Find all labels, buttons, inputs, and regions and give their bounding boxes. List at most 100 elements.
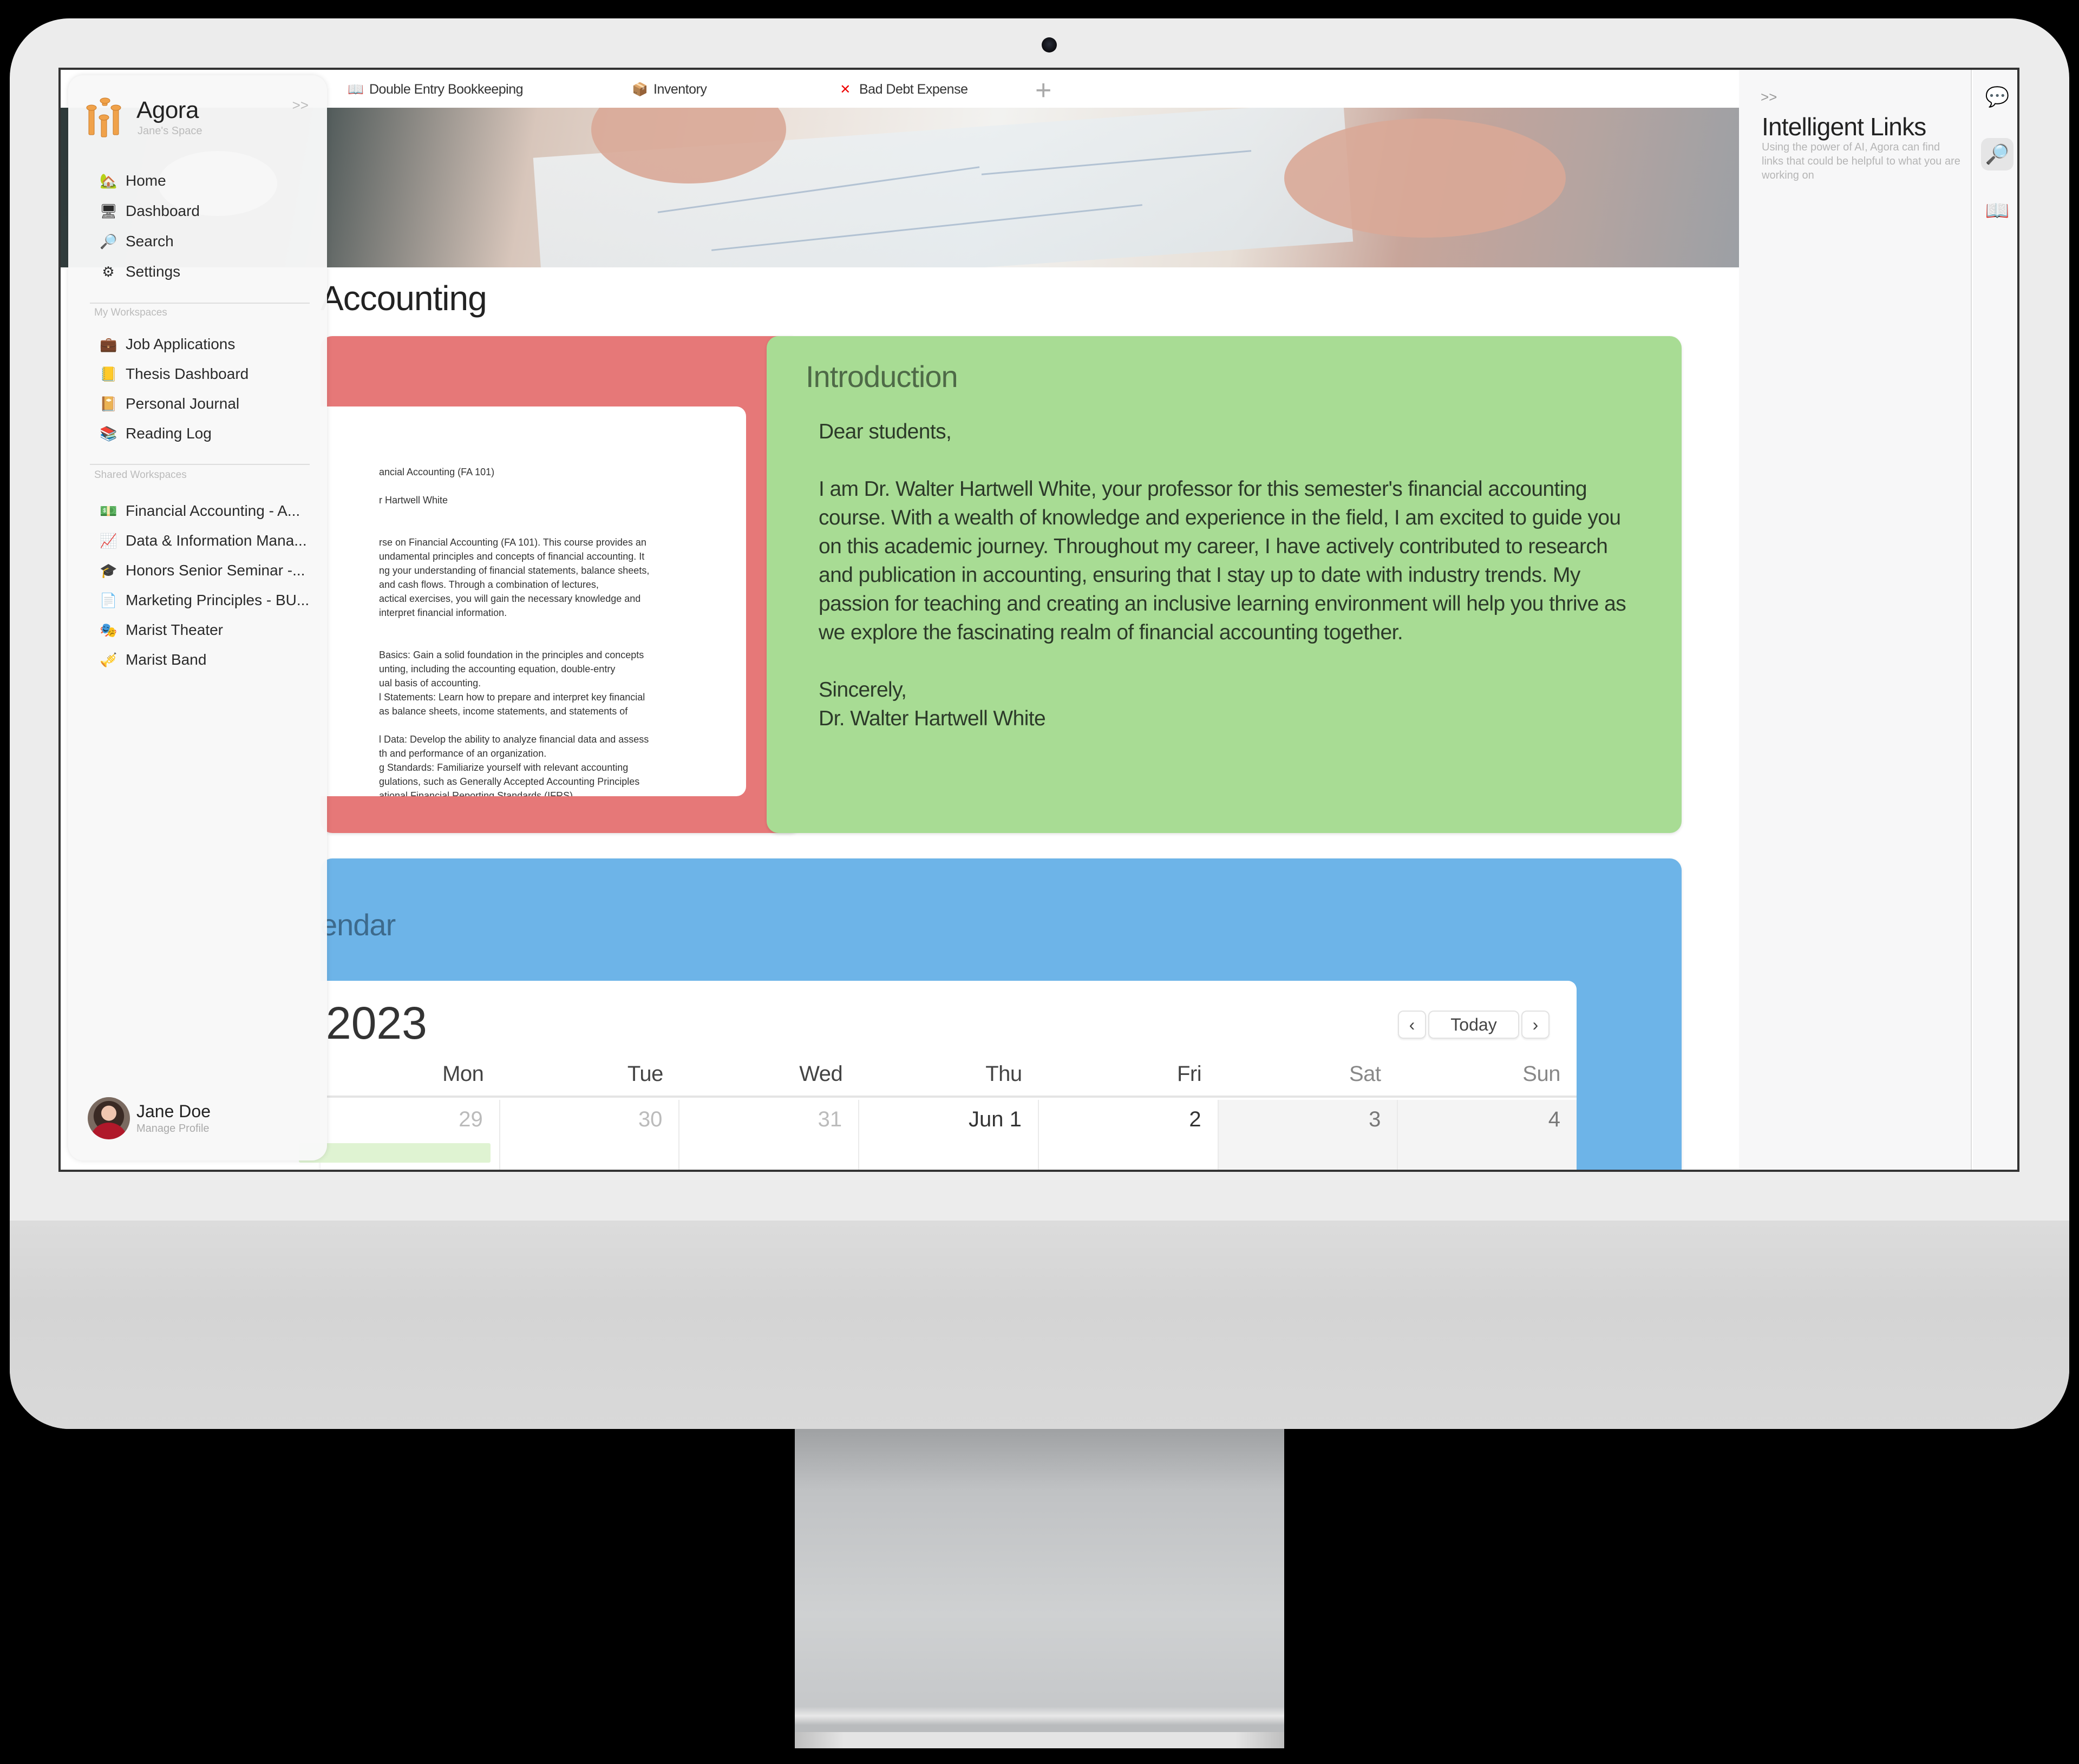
collapse-sidebar-button[interactable]: >> xyxy=(292,97,309,114)
notebook-icon: 📒 xyxy=(100,365,117,382)
tab-bad-debt-expense[interactable]: ✕ Bad Debt Expense xyxy=(838,77,968,101)
speech-bubble-icon: 💬 xyxy=(1985,86,2010,108)
shared-workspace-item-marist-theater[interactable]: 🎭 Marist Theater xyxy=(100,618,223,642)
syllabus-line: ancial Accounting (FA 101) xyxy=(379,467,495,477)
syllabus-line: r Hartwell White xyxy=(379,495,448,506)
syllabus-line: undamental principles and concepts of fi… xyxy=(379,551,645,562)
calendar-day-cell[interactable]: 31 xyxy=(678,1100,858,1170)
calendar-day-number: 31 xyxy=(818,1107,842,1131)
weekday-sat: Sat xyxy=(1349,1062,1381,1086)
sidebar-item-settings[interactable]: ⚙ Settings xyxy=(100,259,180,284)
references-button[interactable]: 📖 xyxy=(1981,194,2013,227)
house-icon: 🏡 xyxy=(100,172,117,189)
app-name: Agora xyxy=(136,97,199,123)
shared-workspace-item-marketing-principles-bu[interactable]: 📄 Marketing Principles - BU... xyxy=(100,588,309,613)
journal-icon: 📔 xyxy=(100,395,117,412)
calendar-navigation: ‹ Today › xyxy=(1398,1011,1550,1039)
panel-icon-column: 💬 🔎 📖 xyxy=(1973,70,2017,1170)
syllabus-line xyxy=(379,479,746,493)
theater-masks-icon: 🎭 xyxy=(100,621,117,638)
calendar-day-number: 3 xyxy=(1369,1107,1381,1131)
tab-double-entry-bookkeeping[interactable]: 📖 Double Entry Bookkeeping xyxy=(348,77,524,101)
document-icon: 📄 xyxy=(100,592,117,608)
syllabus-line: l Statements: Learn how to prepare and i… xyxy=(379,692,645,703)
sidebar-item-home[interactable]: 🏡 Home xyxy=(100,168,166,193)
tab-label: Inventory xyxy=(653,81,707,97)
shared-workspace-item-honors-senior-seminar[interactable]: 🎓 Honors Senior Seminar -... xyxy=(100,558,305,583)
weekday-sun: Sun xyxy=(1522,1062,1560,1086)
page-title: Accounting xyxy=(321,279,487,318)
syllabus-line: ational Financial Reporting Standards (I… xyxy=(379,790,573,796)
sidebar-item-label: Data & Information Mana... xyxy=(126,532,307,549)
syllabus-line: and cash flows. Through a combination of… xyxy=(379,579,599,590)
sidebar-item-search[interactable]: 🔎 Search xyxy=(100,229,174,254)
monitor-chin xyxy=(10,1221,2069,1429)
calendar-heading: endar xyxy=(321,908,396,942)
calendar-month-title: 2023 xyxy=(326,998,427,1048)
weekday-wed: Wed xyxy=(799,1062,843,1086)
calendar-day-cell[interactable]: Jun 1 xyxy=(858,1100,1038,1170)
syllabus-line xyxy=(379,620,746,634)
trumpet-icon: 🎺 xyxy=(100,651,117,668)
desktop-icon: 🖥 xyxy=(100,202,118,219)
calendar-day-cell[interactable]: 29 xyxy=(299,1100,499,1170)
chevron-right-icon: › xyxy=(1532,1014,1539,1034)
sidebar-item-label: Financial Accounting - A... xyxy=(126,502,300,519)
syllabus-line: gulations, such as Generally Accepted Ac… xyxy=(379,776,640,787)
shared-workspace-item-data-information-mana[interactable]: 📈 Data & Information Mana... xyxy=(100,528,307,553)
syllabus-line: interpret financial information. xyxy=(379,607,507,618)
syllabus-line: as balance sheets, income statements, an… xyxy=(379,706,628,717)
manage-profile-link[interactable]: Manage Profile xyxy=(136,1123,211,1135)
monitor-stand-foot xyxy=(795,1732,1284,1748)
monitor-stand xyxy=(795,1429,1284,1737)
intelligent-links-button[interactable]: 🔎 xyxy=(1981,138,2013,171)
calendar-event[interactable] xyxy=(299,1143,491,1163)
calendar-day-cell[interactable]: 3 xyxy=(1217,1100,1397,1170)
syllabus-line: rse on Financial Accounting (FA 101). Th… xyxy=(379,537,646,548)
syllabus-line: th and performance of an organization. xyxy=(379,748,547,759)
calendar-day-cell[interactable]: 2 xyxy=(1037,1100,1218,1170)
calendar-day-number: 2 xyxy=(1189,1107,1201,1131)
weekday-thu: Thu xyxy=(985,1062,1022,1086)
chevron-left-icon: ‹ xyxy=(1409,1014,1415,1034)
my-workspaces-label: My Workspaces xyxy=(94,307,167,318)
shared-workspace-item-marist-band[interactable]: 🎺 Marist Band xyxy=(100,647,206,672)
calendar-day-number: 30 xyxy=(638,1107,663,1131)
workspace-item-reading-log[interactable]: 📚 Reading Log xyxy=(100,421,212,446)
app-window: 📖 Double Entry Bookkeeping 📦 Inventory ✕… xyxy=(58,68,2019,1172)
syllabus-line: Basics: Gain a solid foundation in the p… xyxy=(379,650,644,660)
calendar-day-number: 29 xyxy=(459,1107,483,1131)
shared-workspace-item-financial-accounting-a[interactable]: 💵 Financial Accounting - A... xyxy=(79,496,320,526)
open-book-icon: 📖 xyxy=(1985,199,2010,221)
syllabus-line xyxy=(379,507,746,521)
sidebar-item-label: Personal Journal xyxy=(126,395,240,412)
money-icon: 💵 xyxy=(100,502,117,519)
avatar xyxy=(88,1097,130,1139)
agora-logo-icon xyxy=(86,97,121,137)
calendar-day-cell[interactable]: 4 xyxy=(1397,1100,1577,1170)
syllabus-document[interactable]: ancial Accounting (FA 101) r Hartwell Whi… xyxy=(321,406,746,796)
syllabus-line: ng your understanding of financial state… xyxy=(379,565,650,576)
introduction-letter: Dear students, I am Dr. Walter Hartwell … xyxy=(819,417,1627,733)
calendar-prev-button[interactable]: ‹ xyxy=(1398,1011,1426,1039)
calendar-week-row: 29 30 31 Jun 1 2 3 4 xyxy=(299,1100,1577,1170)
calendar-day-cell[interactable]: 30 xyxy=(499,1100,679,1170)
sidebar-item-label: Marist Band xyxy=(126,651,207,668)
magnifier-icon: 🔎 xyxy=(1985,143,2010,165)
comments-button[interactable]: 💬 xyxy=(1981,81,2013,113)
workspace-item-job-applications[interactable]: 💼 Job Applications xyxy=(100,332,235,357)
workspace-item-personal-journal[interactable]: 📔 Personal Journal xyxy=(100,391,239,416)
syllabus-line: g Standards: Familiarize yourself with r… xyxy=(379,762,629,773)
calendar-today-button[interactable]: Today xyxy=(1428,1011,1519,1039)
syllabus-card: ancial Accounting (FA 101) r Hartwell Whi… xyxy=(321,336,801,833)
syllabus-line: l Data: Develop the ability to analyze f… xyxy=(379,734,649,745)
tab-inventory[interactable]: 📦 Inventory xyxy=(632,77,707,101)
profile-button[interactable]: Jane Doe Manage Profile xyxy=(88,1097,211,1139)
sidebar-item-dashboard[interactable]: 🖥 Dashboard xyxy=(100,199,200,224)
letter-closing: Sincerely, xyxy=(819,678,907,701)
add-tab-button[interactable]: + xyxy=(1035,74,1051,107)
calendar-next-button[interactable]: › xyxy=(1521,1011,1550,1039)
space-name: Jane's Space xyxy=(138,125,202,137)
collapse-panel-button[interactable]: >> xyxy=(1761,89,1777,106)
workspace-item-thesis-dashboard[interactable]: 📒 Thesis Dashboard xyxy=(100,362,249,386)
